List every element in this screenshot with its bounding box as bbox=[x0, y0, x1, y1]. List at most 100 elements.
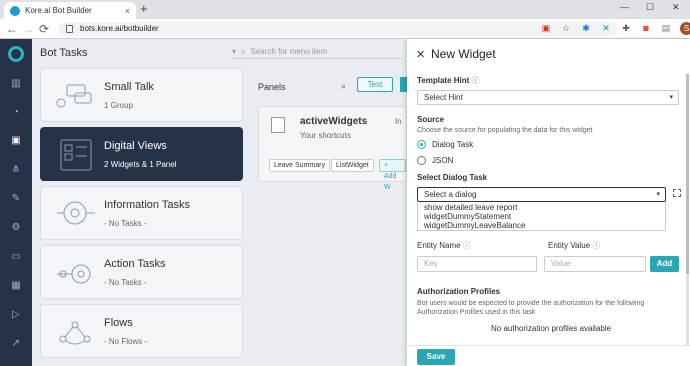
new-tab-button[interactable]: + bbox=[140, 2, 148, 16]
close-window-icon[interactable]: ✕ bbox=[672, 2, 680, 13]
page-title: Bot Tasks bbox=[40, 47, 88, 59]
create-panel-button[interactable] bbox=[400, 77, 407, 92]
dialog-option[interactable]: widgetDummyLeaveBalance bbox=[424, 221, 665, 230]
add-entity-button[interactable]: Add bbox=[650, 256, 679, 272]
card-subtitle: 2 Widgets & 1 Panel bbox=[104, 160, 177, 169]
kore-favicon-icon bbox=[10, 5, 20, 16]
chevron-down-icon: ▾ bbox=[656, 191, 660, 198]
card-title: Action Tasks bbox=[104, 258, 166, 270]
bot-tasks-icon[interactable]: ▣ bbox=[9, 133, 23, 147]
card-title: Information Tasks bbox=[104, 199, 191, 211]
panel-card-active-widgets[interactable]: activeWidgets Your shortcuts In Leave Su… bbox=[258, 106, 407, 191]
card-subtitle: 1 Group bbox=[104, 101, 133, 110]
card-information-tasks[interactable]: Information Tasks - No Tasks - bbox=[40, 186, 243, 240]
action-tasks-illustration-icon bbox=[57, 264, 91, 284]
chat-icon[interactable]: ◔ bbox=[9, 105, 23, 119]
extension-red-icon[interactable]: ▣ bbox=[540, 22, 552, 34]
url-field[interactable]: bots.kore.ai/botbuilder bbox=[58, 22, 618, 36]
lock-icon bbox=[66, 25, 73, 33]
star-icon[interactable]: ☆ bbox=[560, 22, 572, 34]
channels-icon[interactable]: ▭ bbox=[9, 249, 23, 263]
minimize-icon[interactable]: — bbox=[620, 2, 629, 12]
bot-tasks-main: Bot Tasks ▾ ⌕ Search for menu item Small… bbox=[32, 39, 407, 366]
radio-selected-icon bbox=[417, 140, 426, 149]
info-icon: ⓘ bbox=[462, 241, 471, 250]
radio-dialog-task[interactable]: Dialog Task bbox=[417, 140, 473, 149]
add-widget-tag[interactable]: + Add W bbox=[379, 159, 406, 191]
url-text: bots.kore.ai/botbuilder bbox=[80, 24, 159, 33]
avatar[interactable]: S bbox=[680, 22, 690, 35]
kore-logo-icon[interactable] bbox=[8, 46, 24, 62]
info-icon: ⓘ bbox=[471, 76, 480, 85]
tab-close-icon[interactable]: × bbox=[125, 6, 130, 16]
card-small-talk[interactable]: Small Talk 1 Group bbox=[40, 68, 243, 122]
card-digital-views[interactable]: Digital Views 2 Widgets & 1 Panel bbox=[40, 127, 243, 181]
back-icon[interactable]: ← bbox=[6, 21, 18, 37]
extension-puzzle-icon[interactable]: ✚ bbox=[620, 22, 632, 34]
digital-views-illustration-icon bbox=[60, 139, 92, 171]
card-action-tasks[interactable]: Action Tasks - No Tasks - bbox=[40, 245, 243, 299]
widget-tag[interactable]: ListWidget bbox=[331, 159, 374, 172]
scrollbar-thumb[interactable] bbox=[686, 74, 689, 274]
maximize-icon[interactable]: ☐ bbox=[646, 2, 654, 13]
left-nav-sidebar: ▥ ◔ ▣ ⋔ ✎ ⚙ ▭ ▦ ▷ ↗ bbox=[0, 39, 32, 366]
dropdown-caret-icon: ▾ bbox=[232, 47, 237, 56]
select-value: Select Hint bbox=[424, 93, 463, 102]
entity-name-label: Entity Name ⓘ bbox=[417, 241, 471, 250]
card-title: Flows bbox=[104, 317, 133, 329]
panels-heading: Panels bbox=[258, 82, 286, 92]
share-icon[interactable]: ⋔ bbox=[9, 162, 23, 176]
extensions-area: ▣ ☆ ✱ ✕ ✚ ◙ ▤ S ⋮ bbox=[540, 22, 690, 35]
reload-icon[interactable]: ⟳ bbox=[39, 21, 49, 37]
radio-label: JSON bbox=[432, 156, 454, 165]
browser-tab[interactable]: Kore.ai Bot Builder × bbox=[4, 2, 136, 19]
magic-icon[interactable]: ✎ bbox=[9, 191, 23, 205]
dialog-option[interactable]: show detailed leave report bbox=[424, 203, 665, 212]
analytics-icon[interactable]: ▥ bbox=[9, 76, 23, 90]
dialog-task-label: Select Dialog Task bbox=[417, 173, 488, 182]
panel-search-icon[interactable]: ⌕ bbox=[341, 81, 346, 92]
dialog-task-select[interactable]: Select a dialog ▾ bbox=[417, 187, 666, 202]
extension-grey-icon[interactable]: ▤ bbox=[660, 22, 672, 34]
panel-title: New Widget bbox=[431, 47, 496, 61]
panel-title: activeWidgets bbox=[300, 116, 368, 127]
close-icon[interactable]: ✕ bbox=[416, 48, 425, 61]
extension-teal-icon[interactable]: ✕ bbox=[600, 22, 612, 34]
source-description: Choose the source for populating the dat… bbox=[417, 127, 593, 134]
forward-icon[interactable]: → bbox=[22, 21, 34, 37]
authorization-description: Bot users would be expected to provide t… bbox=[417, 300, 645, 316]
deploy-icon[interactable]: ▷ bbox=[9, 307, 23, 321]
test-button[interactable]: Test bbox=[357, 77, 393, 92]
address-bar: ← → ⟳ bots.kore.ai/botbuilder ▣ ☆ ✱ ✕ ✚ … bbox=[0, 19, 690, 39]
chevron-down-icon: ▾ bbox=[669, 94, 673, 101]
dialog-option[interactable]: widgetDummyStatement bbox=[424, 212, 665, 221]
panel-scrollbar[interactable] bbox=[686, 74, 689, 354]
settings-icon[interactable]: ⚙ bbox=[9, 220, 23, 234]
template-hint-select[interactable]: Select Hint ▾ bbox=[417, 90, 679, 105]
information-tasks-illustration-icon bbox=[57, 201, 95, 225]
radio-unselected-icon bbox=[417, 156, 426, 165]
extension-pdf-icon[interactable]: ◙ bbox=[640, 22, 652, 34]
apps-icon[interactable]: ▦ bbox=[9, 278, 23, 292]
card-subtitle: - No Flows - bbox=[104, 337, 148, 346]
panel-footer: Save bbox=[407, 345, 690, 366]
save-button[interactable]: Save bbox=[417, 349, 455, 365]
info-icon: ⓘ bbox=[592, 241, 601, 250]
no-profiles-message: No authorization profiles available bbox=[491, 324, 612, 333]
menu-search-input[interactable]: ▾ ⌕ Search for menu item bbox=[232, 45, 402, 59]
card-title: Digital Views bbox=[104, 140, 167, 152]
search-icon: ⌕ bbox=[241, 46, 246, 56]
authorization-profiles-label: Authorization Profiles bbox=[417, 287, 501, 296]
select-value: Select a dialog bbox=[424, 190, 477, 199]
card-subtitle: - No Tasks - bbox=[104, 219, 147, 228]
expand-icon[interactable] bbox=[673, 189, 681, 197]
widget-tag[interactable]: Leave Summary bbox=[269, 159, 330, 172]
panel-file-icon bbox=[271, 117, 285, 133]
extension-blue-icon[interactable]: ✱ bbox=[580, 22, 592, 34]
entity-key-input[interactable]: Key bbox=[417, 256, 537, 272]
radio-json[interactable]: JSON bbox=[417, 156, 453, 165]
reports-icon[interactable]: ↗ bbox=[9, 336, 23, 350]
entity-value-input[interactable]: Value bbox=[544, 256, 646, 272]
card-flows[interactable]: Flows - No Flows - bbox=[40, 304, 243, 358]
radio-label: Dialog Task bbox=[432, 140, 474, 149]
